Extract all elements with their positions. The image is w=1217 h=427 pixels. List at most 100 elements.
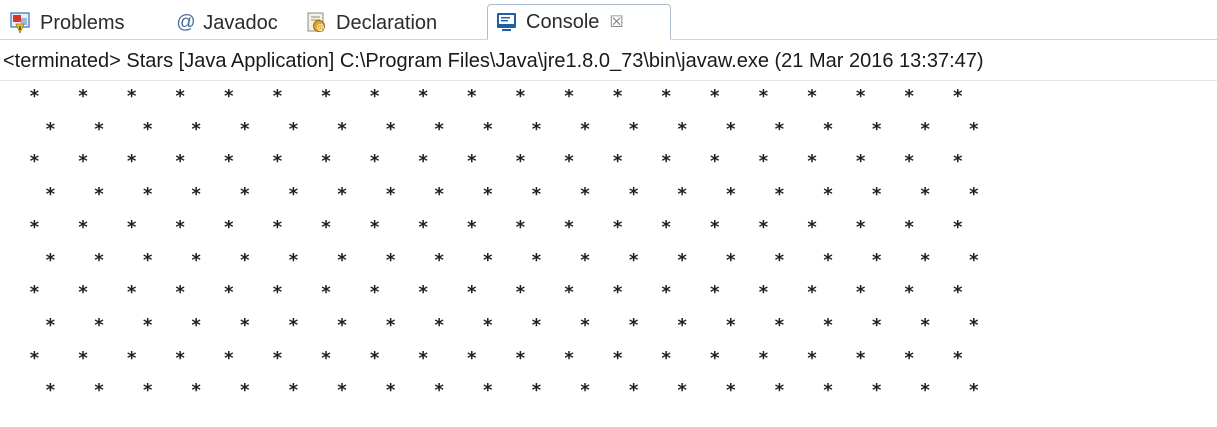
star-char: * [774,314,785,336]
star-char: * [725,118,737,140]
star-char: * [628,380,640,402]
console-output-line: * * * * * * * * * * * * * * * * * * * * [0,348,1217,378]
star-char: * [45,184,56,206]
star-char: * [612,86,624,107]
star-char: * [531,184,542,206]
star-char: * [531,118,542,140]
star-char: * [968,314,980,336]
star-char: * [660,216,672,238]
star-char: * [676,380,688,402]
star-char: * [77,86,89,107]
star-char: * [142,249,154,271]
tab-problems[interactable]: Problems [10,6,124,40]
star-char: * [968,184,980,206]
console-output-line: * * * * * * * * * * * * * * * * * * * * [0,250,1217,280]
tab-label: Console [526,10,600,33]
star-char: * [515,282,526,304]
star-char: * [93,184,105,206]
star-char: * [919,249,931,271]
star-char: * [855,86,867,107]
star-char: * [709,86,721,107]
star-char: * [433,249,445,271]
star-char: * [239,118,251,140]
star-char: * [272,216,283,238]
star-char: * [676,184,688,206]
star-char: * [190,118,202,140]
star-char: * [515,86,526,107]
console-status-line: <terminated> Stars [Java Application] C:… [0,41,1217,81]
star-char: * [288,380,299,402]
star-char: * [336,249,348,271]
tab-console[interactable]: Console ☒ [487,4,671,40]
star-char: * [320,151,332,173]
star-char: * [93,380,105,402]
star-char: * [77,151,89,173]
star-char: * [855,282,867,304]
star-char: * [142,380,154,402]
star-char: * [466,282,478,304]
svg-text:@: @ [317,23,325,32]
star-char: * [482,184,494,206]
star-char: * [77,347,89,369]
star-char: * [676,249,688,271]
console-output-line: * * * * * * * * * * * * * * * * * * * * [0,282,1217,312]
star-char: * [709,282,721,304]
star-char: * [676,118,688,140]
star-char: * [385,314,397,336]
star-char: * [272,282,283,304]
star-char: * [660,151,672,173]
star-char: * [190,380,202,402]
star-char: * [709,151,721,173]
star-char: * [482,314,494,336]
star-char: * [29,347,40,369]
javadoc-at-icon: @ [176,12,196,33]
star-char: * [272,86,283,107]
star-char: * [29,282,40,304]
star-char: * [563,282,575,304]
console-icon [496,11,518,33]
star-char: * [515,347,526,369]
star-char: * [628,184,640,206]
star-char: * [919,118,931,140]
star-char: * [806,282,818,304]
star-char: * [563,86,575,107]
star-char: * [174,216,186,238]
star-char: * [563,347,575,369]
star-char: * [725,184,737,206]
star-char: * [660,86,672,107]
star-char: * [433,118,445,140]
star-char: * [288,184,299,206]
star-char: * [806,216,818,238]
star-char: * [320,216,332,238]
console-output[interactable]: * * * * * * * * * * * * * * * * * * * * * * * * * * * * * * * * * * * * * * * *… [0,86,1217,426]
star-char: * [45,380,56,402]
star-char: * [320,282,332,304]
star-char: * [903,347,915,369]
star-char: * [45,118,56,140]
star-char: * [952,282,964,304]
star-char: * [336,184,348,206]
star-char: * [612,282,624,304]
declaration-icon: @ [306,12,328,34]
star-char: * [806,151,818,173]
tab-javadoc[interactable]: @ Javadoc [176,6,278,40]
star-char: * [871,314,883,336]
star-char: * [919,314,931,336]
star-char: * [190,314,202,336]
star-char: * [968,118,980,140]
close-icon[interactable]: ☒ [609,12,623,32]
star-char: * [336,118,348,140]
star-char: * [142,314,154,336]
console-output-line: * * * * * * * * * * * * * * * * * * * * [0,151,1217,181]
star-char: * [758,347,769,369]
star-char: * [725,314,737,336]
star-char: * [531,249,542,271]
star-char: * [272,347,283,369]
tab-declaration[interactable]: @ Declaration [306,6,437,40]
star-char: * [320,347,332,369]
star-char: * [77,216,89,238]
star-char: * [336,380,348,402]
star-char: * [952,347,964,369]
star-char: * [336,314,348,336]
star-char: * [239,314,251,336]
